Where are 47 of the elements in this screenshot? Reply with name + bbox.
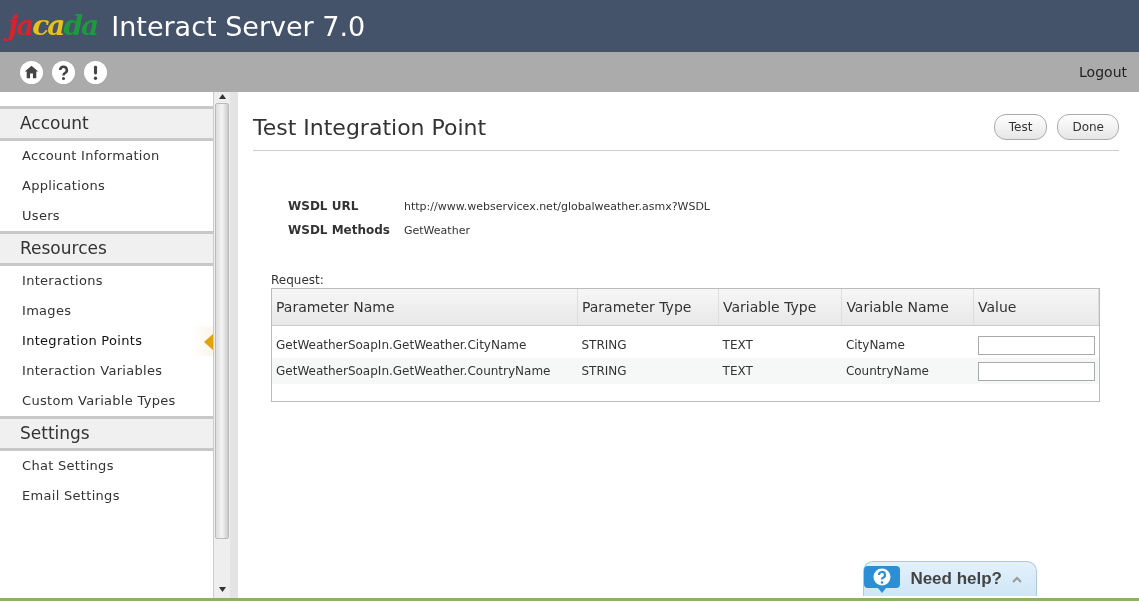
action-button[interactable]: Done [1057,114,1119,140]
sidebar-item[interactable]: Email Settings [0,481,213,511]
sidebar-item[interactable]: Interaction Variables [0,356,213,386]
home-icon[interactable] [20,60,43,84]
sidebar-item[interactable]: Interactions [0,266,213,296]
sidebar-item[interactable]: Applications [0,171,213,201]
sidebar-item[interactable]: Images [0,296,213,326]
scrollbar[interactable] [213,92,230,598]
logout-link[interactable]: Logout [1079,64,1127,80]
help-icon[interactable] [52,60,75,84]
value-input-field[interactable] [977,335,1095,355]
sidebar-section-header: Resources [0,231,213,266]
action-button[interactable]: Test [993,114,1048,140]
need-help-tab[interactable]: Need help? [863,561,1037,596]
need-help-label: Need help? [910,569,1002,589]
column-header: Parameter Type [577,289,719,326]
page-title: Test Integration Point [253,114,487,140]
scroll-down-icon[interactable] [218,587,226,592]
field-label: WSDL Methods [288,223,390,237]
sidebar-section-header: Settings [0,416,213,451]
sidebar-item[interactable]: Chat Settings [0,451,213,481]
value-input-field[interactable] [977,361,1095,381]
help-bubble-icon [864,564,901,594]
table-cell: TEXT [718,325,842,358]
table-cell: STRING [577,358,719,384]
table-cell: CityName [841,325,974,358]
table-cell: GetWeatherSoapIn.GetWeather.CityName [272,325,578,358]
field-value: http://www.webservicex.net/globalweather.asmx?WSDL [404,199,710,213]
table-cell: STRING [577,325,719,358]
request-label: Request: [271,273,325,287]
sidebar-item[interactable]: Users [0,201,213,231]
table-cell: TEXT [718,358,842,384]
alert-icon[interactable] [84,60,107,84]
caret-icon [1012,575,1022,583]
table-cell: CountryName [841,358,974,384]
column-header: Variable Name [841,289,974,326]
field-label: WSDL URL [288,199,360,213]
field-value: GetWeather [404,223,471,237]
app-title: Interact Server 7.0 [111,10,366,42]
column-header: Parameter Name [272,289,578,326]
column-header: Value [973,289,1099,326]
scroll-up-icon[interactable] [218,94,226,99]
sidebar-item[interactable]: Account Information [0,141,213,171]
table-cell: GetWeatherSoapIn.GetWeather.CountryName [272,358,578,384]
sidebar-item[interactable]: Custom Variable Types [0,386,213,416]
sidebar-section-header: Account [0,106,213,141]
column-header: Variable Type [718,289,842,326]
